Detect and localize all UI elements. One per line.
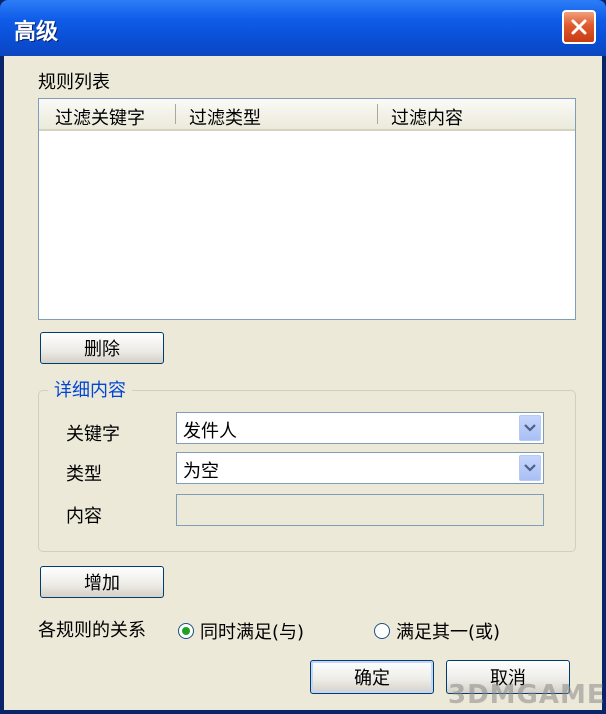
radio-and[interactable]: 同时满足(与) <box>178 618 304 644</box>
column-header-content[interactable]: 过滤内容 <box>391 104 463 130</box>
chevron-down-icon[interactable] <box>519 415 541 441</box>
window-title: 高级 <box>14 20 59 45</box>
type-select[interactable]: 为空 <box>176 452 544 484</box>
type-label: 类型 <box>66 464 102 485</box>
title-bar[interactable]: 高级 <box>0 0 606 56</box>
radio-or-label: 满足其一(或) <box>396 622 501 643</box>
dialog-body: 规则列表 过滤关键字 过滤类型 过滤内容 删除 详细内容 关键字 发件人 类型 … <box>4 56 605 710</box>
watermark-logo: 3DMGAME <box>448 680 606 710</box>
radio-or-indicator[interactable] <box>374 623 390 639</box>
ok-button[interactable]: 确定 <box>310 660 434 694</box>
rules-list[interactable]: 过滤关键字 过滤类型 过滤内容 <box>38 98 576 320</box>
type-select-value: 为空 <box>183 461 219 482</box>
delete-button-label: 删除 <box>84 339 120 360</box>
dialog-window: 高级 规则列表 过滤关键字 过滤类型 过滤内容 删除 详细内容 关键字 发件人 <box>0 0 606 714</box>
rules-section-label: 规则列表 <box>38 72 110 93</box>
content-input[interactable] <box>176 494 544 526</box>
delete-button[interactable]: 删除 <box>40 332 164 364</box>
chevron-down-icon[interactable] <box>519 455 541 481</box>
relation-label: 各规则的关系 <box>38 620 146 641</box>
ok-button-label: 确定 <box>354 668 390 689</box>
keyword-select[interactable]: 发件人 <box>176 412 544 444</box>
rules-list-header: 过滤关键字 过滤类型 过滤内容 <box>39 99 575 131</box>
radio-and-label: 同时满足(与) <box>200 622 305 643</box>
content-label: 内容 <box>66 506 102 527</box>
column-divider[interactable] <box>377 104 378 124</box>
close-icon <box>571 19 587 35</box>
column-header-type[interactable]: 过滤类型 <box>189 104 261 130</box>
add-button[interactable]: 增加 <box>40 566 164 598</box>
keyword-label: 关键字 <box>66 424 120 445</box>
column-divider[interactable] <box>175 104 176 124</box>
radio-and-indicator[interactable] <box>178 623 194 639</box>
close-button[interactable] <box>562 10 596 44</box>
details-group-title: 详细内容 <box>48 376 132 402</box>
keyword-select-value: 发件人 <box>183 421 237 442</box>
radio-or[interactable]: 满足其一(或) <box>374 618 500 644</box>
add-button-label: 增加 <box>84 573 120 594</box>
column-header-keyword[interactable]: 过滤关键字 <box>55 104 145 130</box>
